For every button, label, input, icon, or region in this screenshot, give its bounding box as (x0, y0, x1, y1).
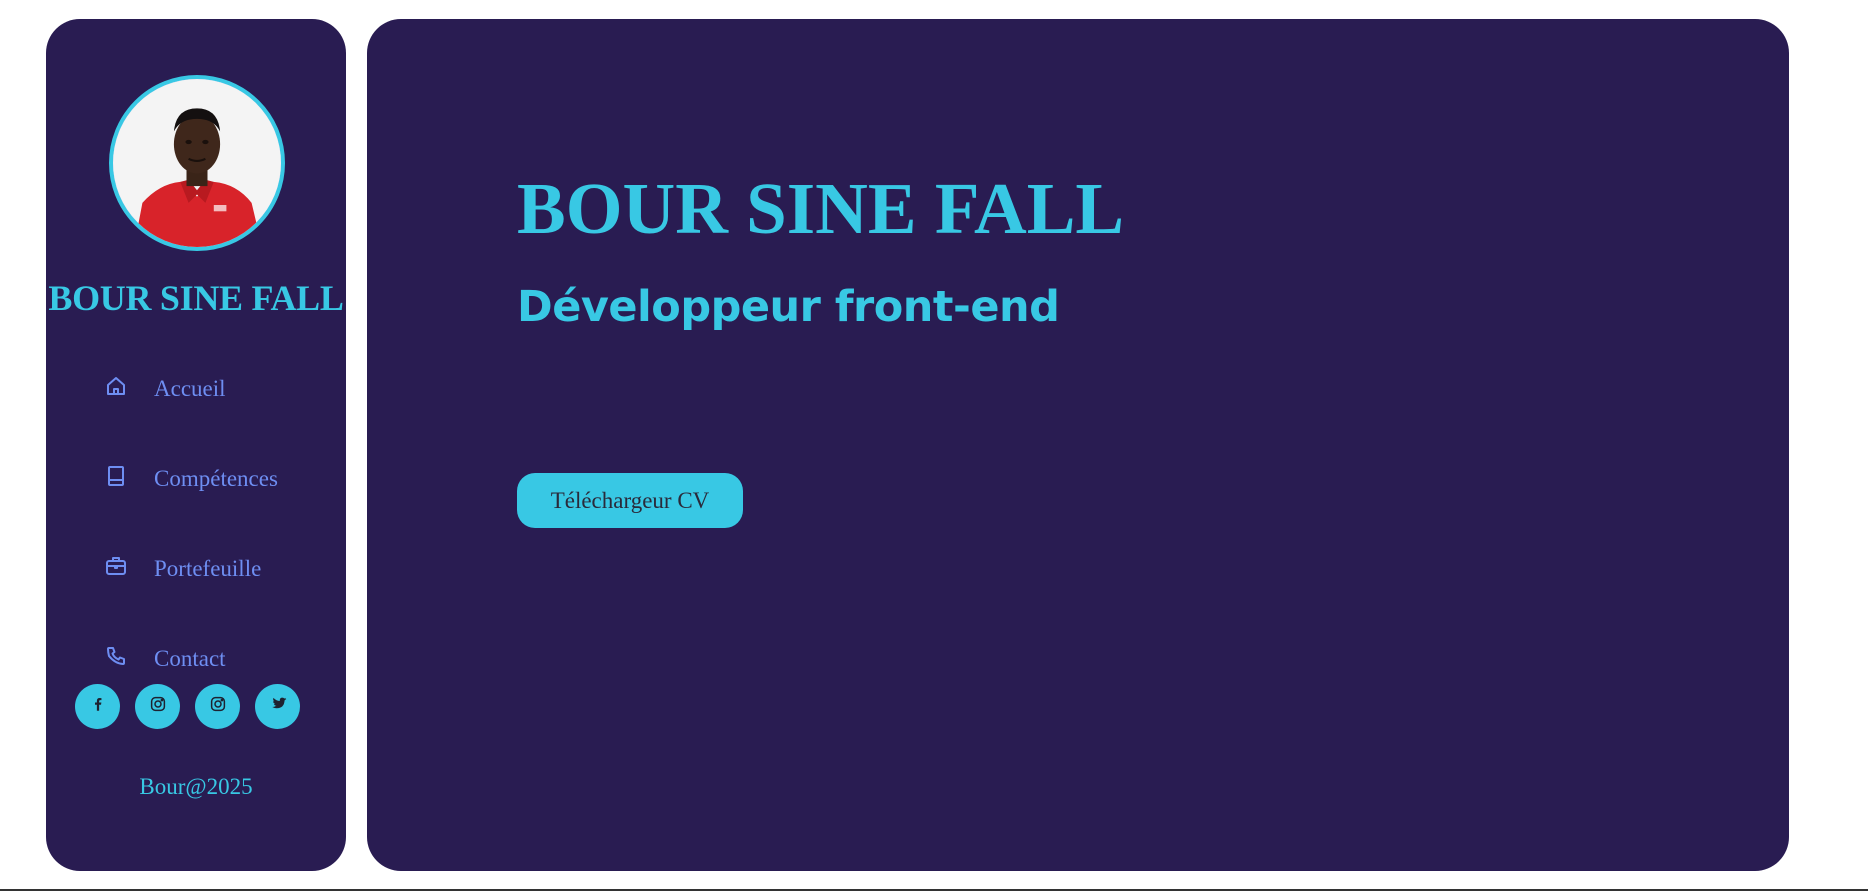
nav-label-contact: Contact (154, 646, 226, 671)
hero-title: BOUR SINE FALL (517, 168, 1125, 249)
main-panel: BOUR SINE FALL Développeur front-end Tél… (367, 19, 1789, 871)
facebook-link[interactable] (75, 684, 120, 729)
sidebar: BOUR SINE FALL Accueil Compétences Porte… (46, 19, 346, 871)
twitter-link[interactable] (255, 684, 300, 729)
briefcase-icon (102, 552, 130, 580)
sidebar-nav: Accueil Compétences Portefeuille Contact (46, 19, 346, 871)
nav-label-competences: Compétences (154, 466, 278, 491)
instagram-icon (149, 695, 167, 718)
instagram-link[interactable] (135, 684, 180, 729)
facebook-icon (89, 695, 107, 718)
bottom-divider (0, 889, 1868, 891)
instagram-icon (209, 695, 227, 718)
nav-label-portefeuille: Portefeuille (154, 556, 262, 581)
nav-item-portefeuille[interactable]: Portefeuille (102, 549, 261, 589)
instagram-link-2[interactable] (195, 684, 240, 729)
nav-item-competences[interactable]: Compétences (102, 459, 278, 499)
social-links (75, 684, 300, 729)
hero-subtitle: Développeur front-end (517, 282, 1060, 332)
book-icon (102, 462, 130, 490)
download-cv-button[interactable]: Téléchargeur CV (517, 473, 743, 528)
nav-label-accueil: Accueil (154, 376, 226, 401)
footer-copyright: Bour@2025 (139, 774, 253, 799)
twitter-icon (268, 694, 288, 719)
nav-item-accueil[interactable]: Accueil (102, 369, 226, 409)
home-icon (102, 372, 130, 400)
phone-icon (102, 642, 130, 670)
nav-item-contact[interactable]: Contact (102, 639, 226, 679)
